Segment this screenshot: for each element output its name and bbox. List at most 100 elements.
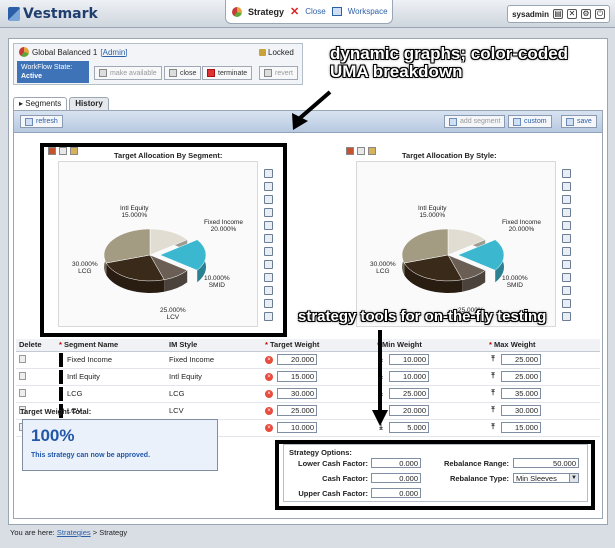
- close-button-icon: [169, 69, 177, 77]
- style-allocation-chart: Target Allocation By Style: Intl Equity …: [342, 143, 574, 331]
- chart-tool-icon[interactable]: [264, 182, 273, 191]
- chart-tool-icon[interactable]: [562, 195, 571, 204]
- cash-input[interactable]: 0.000: [371, 473, 421, 483]
- strategy-icon: [19, 47, 29, 57]
- trash-icon[interactable]: [19, 371, 26, 380]
- chart-tool-icon[interactable]: [562, 182, 571, 191]
- lower-cash-input[interactable]: 0.000: [371, 458, 421, 468]
- chart-title: Target Allocation By Style:: [402, 151, 497, 160]
- chart-tool-icon[interactable]: [562, 312, 571, 321]
- arrow-down-icon: ⤓: [379, 371, 383, 381]
- target-weight-input[interactable]: 30.000: [277, 388, 317, 399]
- style-cell: Intl Equity: [166, 368, 262, 386]
- tab-segments[interactable]: ▸ Segments: [13, 97, 68, 110]
- chart-tool-icon[interactable]: [264, 234, 273, 243]
- max-weight-input[interactable]: 35.000: [501, 388, 541, 399]
- remove-icon[interactable]: ×: [265, 390, 273, 399]
- owner-link[interactable]: [Admin]: [100, 48, 127, 57]
- rebalance-type-select[interactable]: Min Sleeves ▼: [513, 473, 579, 483]
- upper-cash-input[interactable]: 0.000: [371, 488, 421, 498]
- remove-icon[interactable]: ×: [265, 407, 273, 416]
- target-weight-input[interactable]: 15.000: [277, 371, 317, 382]
- min-weight-input[interactable]: 5.000: [389, 422, 429, 433]
- custom-button[interactable]: custom: [508, 115, 552, 128]
- tab-segments-label: Segments: [25, 99, 62, 108]
- export-icon[interactable]: [70, 147, 78, 155]
- min-weight-input[interactable]: 20.000: [389, 405, 429, 416]
- strategy-name: Global Balanced 1: [32, 47, 98, 57]
- target-weight-input[interactable]: 20.000: [277, 354, 317, 365]
- add-segment-button[interactable]: add segment: [444, 115, 506, 128]
- chart-tool-icon[interactable]: [562, 260, 571, 269]
- logo: Vestmark: [8, 5, 98, 23]
- bar-view-icon[interactable]: [357, 147, 365, 155]
- pie-view-icon[interactable]: [346, 147, 354, 155]
- breadcrumb-strategies-link[interactable]: Strategies: [57, 528, 91, 537]
- strategy-title: Global Balanced 1 [Admin]: [19, 47, 128, 57]
- chart-tool-icon[interactable]: [264, 286, 273, 295]
- chart-tool-icon[interactable]: [264, 273, 273, 282]
- terminate-icon: [207, 69, 215, 77]
- chart-title: Target Allocation By Segment:: [114, 151, 223, 160]
- max-weight-input[interactable]: 25.000: [501, 371, 541, 382]
- chart-tool-icon[interactable]: [562, 234, 571, 243]
- chart-tool-icon[interactable]: [562, 299, 571, 308]
- chart-tool-icon[interactable]: [264, 195, 273, 204]
- chart-tool-icon[interactable]: [562, 221, 571, 230]
- pie-label-intl-equity: Intl Equity 15.000%: [120, 205, 149, 219]
- tools-icon[interactable]: ✕: [567, 9, 577, 19]
- chart-tool-icon[interactable]: [264, 221, 273, 230]
- make-available-button[interactable]: make available: [94, 66, 162, 80]
- chart-tool-icon[interactable]: [264, 247, 273, 256]
- revert-button[interactable]: revert: [259, 66, 298, 80]
- chart-tool-icon[interactable]: [264, 299, 273, 308]
- min-weight-input[interactable]: 25.000: [389, 388, 429, 399]
- min-weight-input[interactable]: 10.000: [389, 354, 429, 365]
- chart-tool-icon[interactable]: [264, 312, 273, 321]
- min-weight-input[interactable]: 10.000: [389, 371, 429, 382]
- export-icon[interactable]: [368, 147, 376, 155]
- tab-history-label: History: [75, 99, 103, 108]
- trash-icon[interactable]: [19, 354, 26, 363]
- remove-icon[interactable]: ×: [265, 424, 273, 433]
- chart-tool-icon[interactable]: [264, 169, 273, 178]
- chart-tool-icon[interactable]: [264, 208, 273, 217]
- workspace-icon: [331, 7, 342, 16]
- max-weight-input[interactable]: 25.000: [501, 354, 541, 365]
- terminate-button[interactable]: terminate: [202, 66, 253, 80]
- chart-tool-icon[interactable]: [562, 286, 571, 295]
- arrow-up-icon: ⤒: [491, 354, 495, 364]
- col-style-label: IM Style: [169, 340, 198, 350]
- workspace-link[interactable]: Workspace: [348, 7, 388, 16]
- remove-icon[interactable]: ×: [265, 356, 273, 365]
- chart-tool-icon[interactable]: [562, 273, 571, 282]
- target-weight-input[interactable]: 25.000: [277, 405, 317, 416]
- remove-icon[interactable]: ×: [265, 373, 273, 382]
- chart-tool-icon[interactable]: [562, 169, 571, 178]
- rebalance-range-input[interactable]: 50.000: [513, 458, 579, 468]
- delete-cell: [16, 351, 56, 369]
- chart-tool-icon[interactable]: [264, 260, 273, 269]
- target-weight-input[interactable]: 10.000: [277, 422, 317, 433]
- max-weight-input[interactable]: 15.000: [501, 422, 541, 433]
- gear-icon[interactable]: ⚙: [581, 9, 591, 19]
- close-icon[interactable]: ✕: [290, 5, 299, 18]
- document-icon[interactable]: ▤: [553, 9, 563, 19]
- save-button[interactable]: save: [561, 115, 597, 128]
- refresh-icon: [25, 117, 33, 126]
- refresh-button[interactable]: refresh: [20, 115, 63, 128]
- close-link[interactable]: Close: [305, 7, 325, 16]
- chart-tool-icon[interactable]: [562, 208, 571, 217]
- tab-history[interactable]: History: [69, 97, 109, 110]
- trash-icon[interactable]: [19, 388, 26, 397]
- chart-tool-icon[interactable]: [562, 247, 571, 256]
- save-label: save: [577, 118, 592, 125]
- close-button[interactable]: close: [164, 66, 202, 80]
- max-weight-input[interactable]: 30.000: [501, 405, 541, 416]
- color-swatch: [59, 386, 63, 401]
- col-target-label: Target Weight: [270, 340, 320, 350]
- pie-view-icon[interactable]: [48, 147, 56, 155]
- power-icon[interactable]: ⏻: [595, 9, 605, 19]
- bar-view-icon[interactable]: [59, 147, 67, 155]
- strategy-top-tab[interactable]: Strategy ✕ Close Workspace: [225, 0, 393, 24]
